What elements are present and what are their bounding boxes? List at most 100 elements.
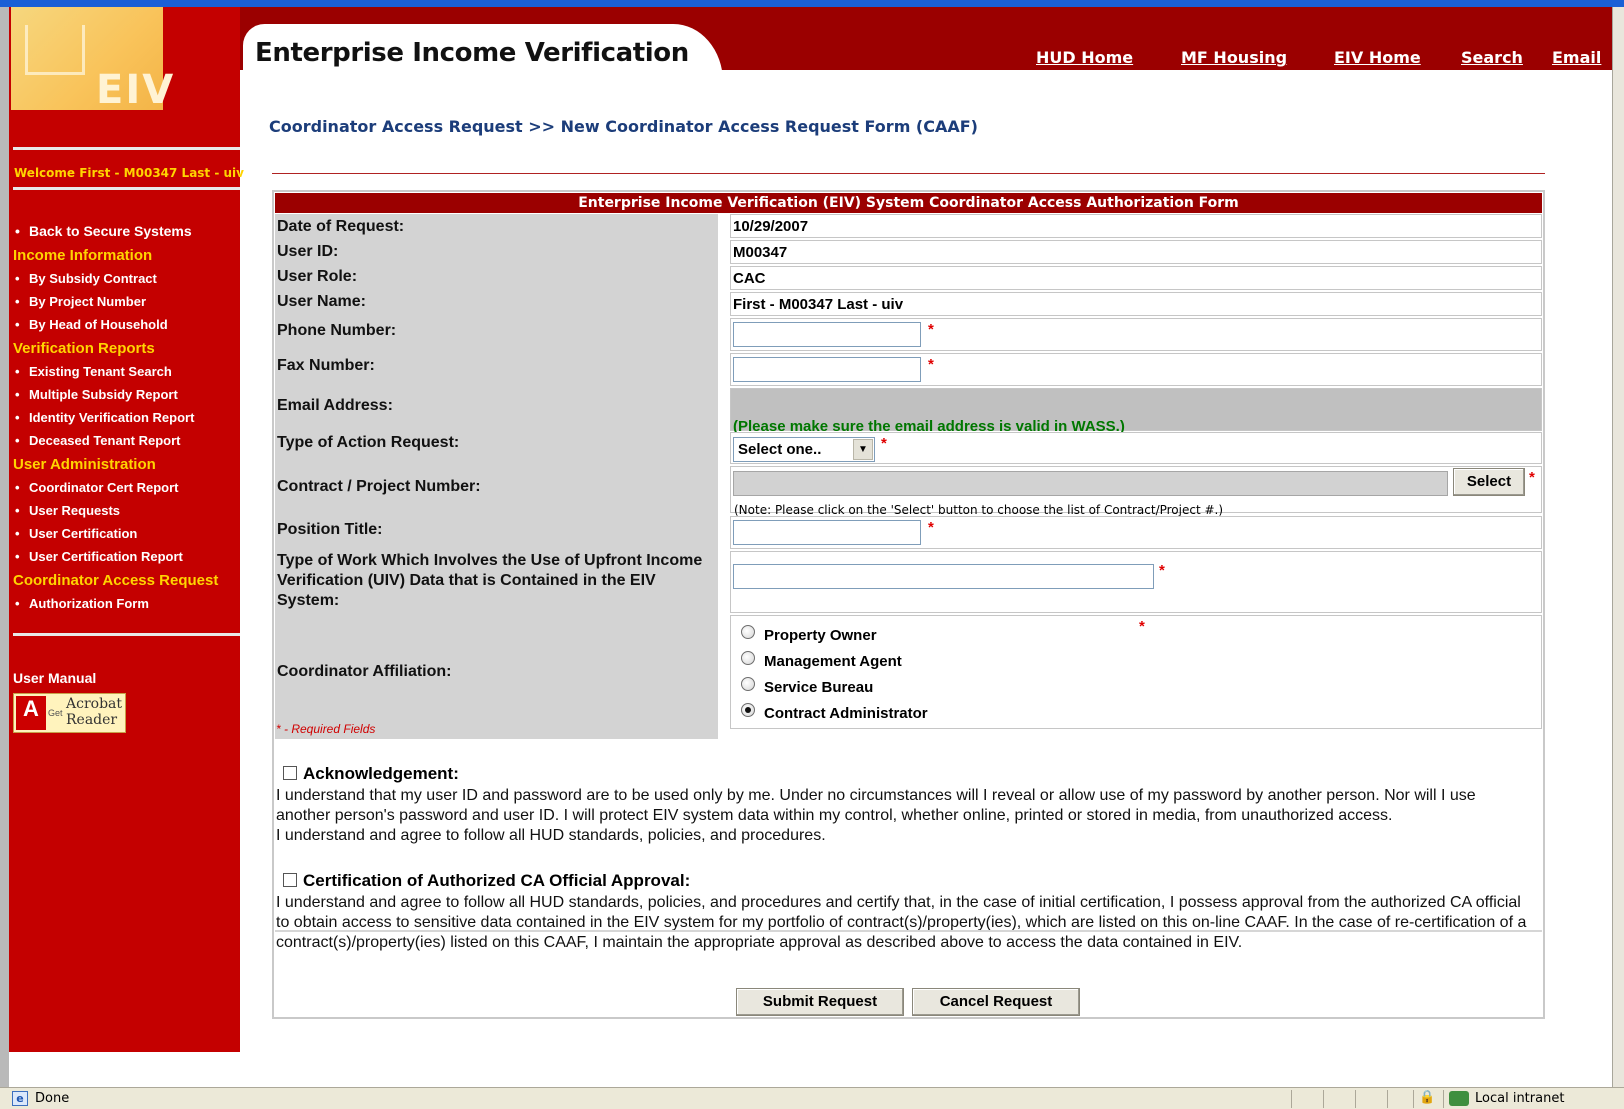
status-pane — [1323, 1090, 1324, 1108]
label-date-of-request: Date of Request: — [277, 218, 405, 235]
contract-project-cell: Select * (Note: Please click on the 'Sel… — [730, 466, 1542, 517]
nav-by-project-number[interactable]: • By Project Number — [15, 294, 146, 309]
link-hud-home[interactable]: HUD Home — [1036, 48, 1133, 67]
required-marker: * — [928, 321, 934, 338]
security-zone-label: Local intranet — [1475, 1091, 1565, 1106]
acknowledgement-title: Acknowledgement: — [303, 764, 459, 783]
label-type-of-work: Type of Work Which Involves the Use of U… — [277, 552, 703, 609]
required-marker: * — [928, 356, 934, 373]
email-address-cell: (Please make sure the email address is v… — [730, 388, 1542, 435]
radio-service-bureau[interactable]: Service Bureau — [741, 676, 873, 696]
contract-select-button[interactable]: Select — [1453, 468, 1525, 496]
nav-user-requests[interactable]: • User Requests — [15, 503, 120, 518]
certification-title: Certification of Authorized CA Official … — [303, 871, 691, 890]
vertical-scrollbar[interactable] — [1612, 7, 1624, 1087]
adobe-logo-icon: A — [16, 696, 46, 730]
link-search[interactable]: Search — [1461, 48, 1523, 67]
nav-existing-tenant-search[interactable]: • Existing Tenant Search — [15, 364, 172, 379]
ie-page-icon: e — [12, 1091, 28, 1106]
nav-authorization-form[interactable]: • Authorization Form — [15, 596, 149, 611]
action-type-cell: Select one.. ▼ * — [730, 432, 1542, 464]
phone-number-cell: * — [730, 318, 1542, 351]
status-bar: e Done 🔒 Local intranet — [0, 1087, 1624, 1109]
bullet-icon: • — [15, 223, 20, 239]
nav-by-head-of-household[interactable]: • By Head of Household — [15, 317, 168, 332]
acrobat-get-label: Get — [48, 708, 63, 718]
cancel-request-button[interactable]: Cancel Request — [912, 988, 1080, 1016]
nav-coordinator-cert-report[interactable]: • Coordinator Cert Report — [15, 480, 179, 495]
value-user-name: First - M00347 Last - uiv — [730, 292, 1542, 316]
action-type-select[interactable]: Select one.. ▼ — [733, 437, 875, 462]
required-fields-note: * - Required Fields — [276, 722, 376, 736]
nav-section-coordinator-access-request: Coordinator Access Request — [13, 572, 219, 589]
value-user-id: M00347 — [730, 240, 1542, 264]
nav-by-subsidy-contract[interactable]: • By Subsidy Contract — [15, 271, 157, 286]
status-text: Done — [35, 1091, 70, 1106]
bullet-icon: • — [15, 317, 20, 332]
button-divider — [275, 930, 1542, 932]
sidebar-divider — [13, 633, 240, 636]
contract-project-field — [733, 471, 1448, 496]
link-mf-housing[interactable]: MF Housing — [1181, 48, 1287, 67]
nav-user-certification[interactable]: • User Certification — [15, 526, 137, 541]
label-type-of-action: Type of Action Request: — [277, 434, 460, 451]
acknowledgement-checkbox[interactable] — [283, 766, 297, 780]
nav-user-certification-report[interactable]: • User Certification Report — [15, 549, 183, 564]
phone-number-input[interactable] — [733, 322, 921, 347]
status-pane — [1291, 1090, 1292, 1108]
radio-management-agent[interactable]: Management Agent — [741, 650, 902, 670]
sidebar-divider — [13, 187, 240, 190]
nav-back-to-secure-systems[interactable]: • Back to Secure Systems — [15, 223, 192, 239]
bullet-icon: • — [15, 387, 20, 402]
radio-icon — [741, 624, 755, 639]
breadcrumb: Coordinator Access Request >> New Coordi… — [269, 117, 978, 136]
intranet-zone-icon — [1449, 1091, 1469, 1106]
bullet-icon: • — [15, 549, 20, 564]
bullet-icon: • — [15, 503, 20, 518]
radio-icon — [741, 650, 755, 665]
acrobat-reader-label: Acrobat Reader — [66, 696, 123, 728]
eiv-logo[interactable]: EIV — [11, 7, 173, 113]
nav-section-user-administration: User Administration — [13, 456, 156, 473]
breadcrumb-divider — [272, 173, 1545, 174]
status-pane — [1387, 1090, 1388, 1108]
get-acrobat-reader-button[interactable]: A Get Acrobat Reader — [13, 693, 126, 733]
label-user-id: User ID: — [277, 243, 339, 260]
radio-contract-administrator[interactable]: Contract Administrator — [741, 702, 928, 722]
nav-section-verification-reports: Verification Reports — [13, 340, 155, 357]
status-pane — [1413, 1090, 1414, 1108]
label-coordinator-affiliation: Coordinator Affiliation: — [277, 663, 452, 680]
label-phone-number: Phone Number: — [277, 322, 397, 339]
status-pane — [1443, 1090, 1444, 1108]
affiliation-cell: * Property Owner Management Agent Servic… — [730, 615, 1542, 729]
radio-icon — [741, 676, 755, 691]
nav-multiple-subsidy-report[interactable]: • Multiple Subsidy Report — [15, 387, 178, 402]
type-of-work-input[interactable] — [733, 564, 1154, 589]
label-email-address: Email Address: — [277, 397, 393, 414]
position-title-input[interactable] — [733, 520, 921, 545]
nav-deceased-tenant-report[interactable]: • Deceased Tenant Report — [15, 433, 180, 448]
window-left-frame — [0, 7, 9, 1087]
nav-identity-verification-report[interactable]: • Identity Verification Report — [15, 410, 194, 425]
welcome-message: Welcome First - M00347 Last - uiv — [14, 166, 244, 180]
certification-checkbox[interactable] — [283, 873, 297, 887]
bullet-icon: • — [15, 433, 20, 448]
certification-text: I understand and agree to follow all HUD… — [276, 894, 1527, 951]
house-icon — [25, 25, 85, 75]
label-user-role: User Role: — [277, 268, 358, 285]
link-eiv-home[interactable]: EIV Home — [1334, 48, 1421, 67]
page-title: Enterprise Income Verification — [255, 38, 689, 68]
chevron-down-icon[interactable]: ▼ — [853, 439, 873, 460]
radio-property-owner[interactable]: Property Owner — [741, 624, 877, 644]
label-contract-project-number: Contract / Project Number: — [277, 478, 481, 495]
bullet-icon: • — [15, 596, 20, 611]
form-title: Enterprise Income Verification (EIV) Sys… — [275, 193, 1542, 213]
type-of-work-cell: * — [730, 551, 1542, 613]
fax-number-input[interactable] — [733, 357, 921, 382]
link-email[interactable]: Email — [1552, 48, 1601, 67]
acknowledgement-text: I understand that my user ID and passwor… — [276, 787, 1476, 844]
position-title-cell: * — [730, 516, 1542, 549]
required-marker: * — [1139, 618, 1145, 635]
required-marker: * — [1529, 469, 1535, 486]
submit-request-button[interactable]: Submit Request — [736, 988, 904, 1016]
